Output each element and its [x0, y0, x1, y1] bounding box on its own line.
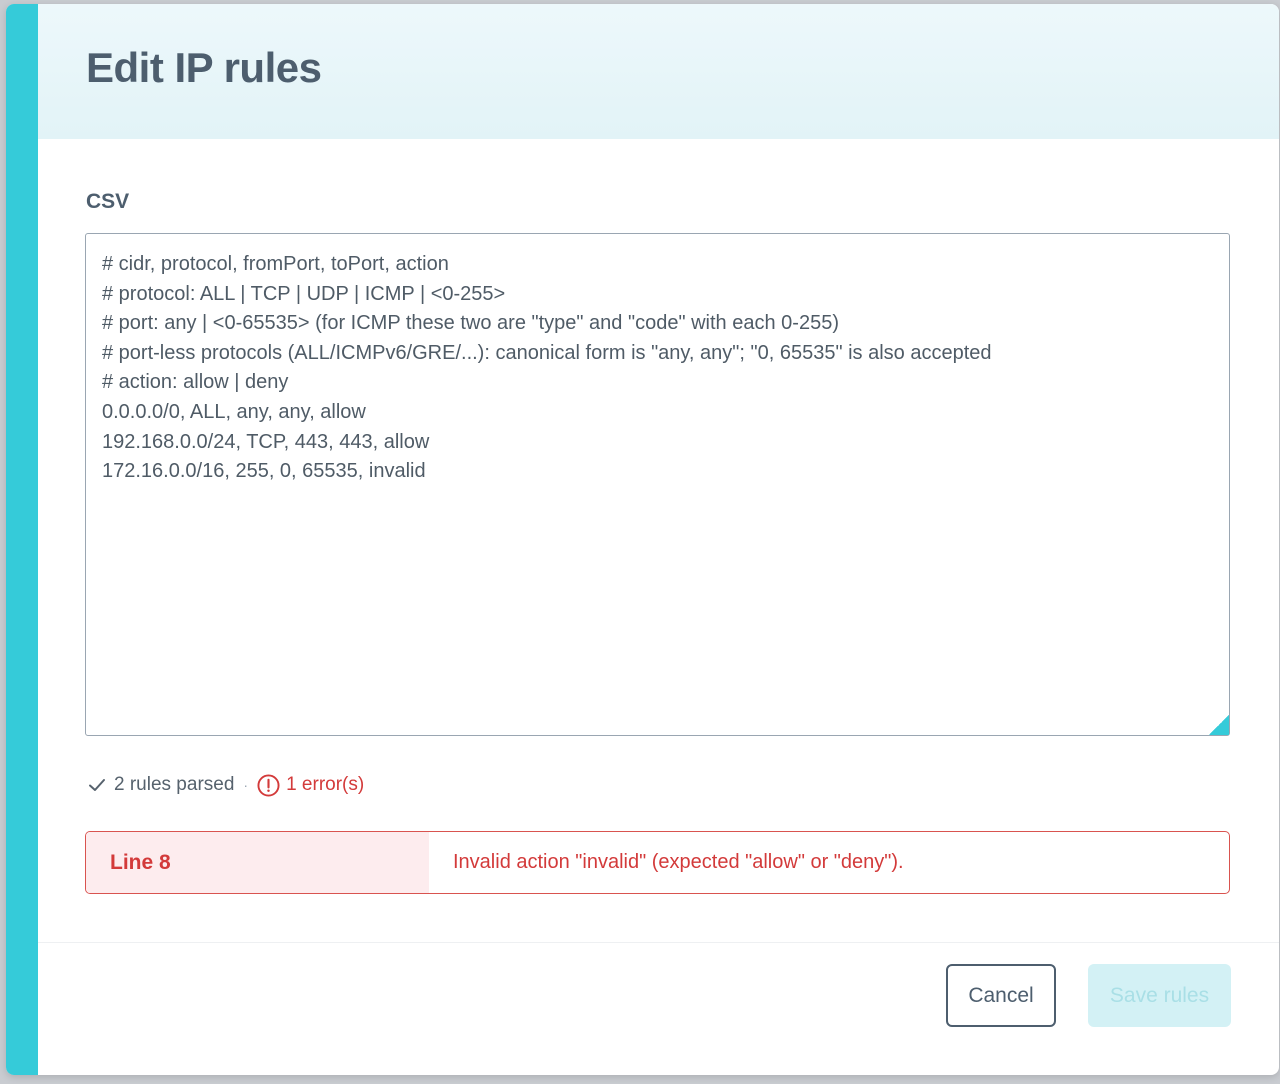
footer-divider: [38, 942, 1279, 943]
dialog-title: Edit IP rules: [86, 44, 322, 91]
parse-status: 2 rules parsed · 1 error(s): [88, 772, 364, 798]
error-count-text: 1 error(s): [286, 774, 365, 795]
accent-bar: [6, 4, 38, 1075]
cancel-button[interactable]: Cancel: [946, 964, 1056, 1027]
csv-textarea[interactable]: [85, 233, 1230, 736]
resize-handle[interactable]: [1209, 715, 1229, 735]
save-rules-button[interactable]: Save rules: [1088, 964, 1231, 1027]
csv-label: CSV: [86, 190, 130, 213]
error-line-number: Line 8: [86, 832, 429, 893]
error-circle-icon: [257, 773, 280, 797]
status-separator: ·: [243, 777, 249, 793]
error-message: Invalid action "invalid" (expected "allo…: [453, 851, 904, 873]
dialog-header: Edit IP rules: [38, 4, 1279, 139]
edit-ip-rules-dialog: Edit IP rules CSV 2 rules parsed · 1 err…: [6, 4, 1279, 1075]
error-row: Line 8 Invalid action "invalid" (expecte…: [85, 831, 1230, 894]
check-icon: [89, 779, 105, 791]
rules-parsed-text: 2 rules parsed: [114, 774, 235, 795]
